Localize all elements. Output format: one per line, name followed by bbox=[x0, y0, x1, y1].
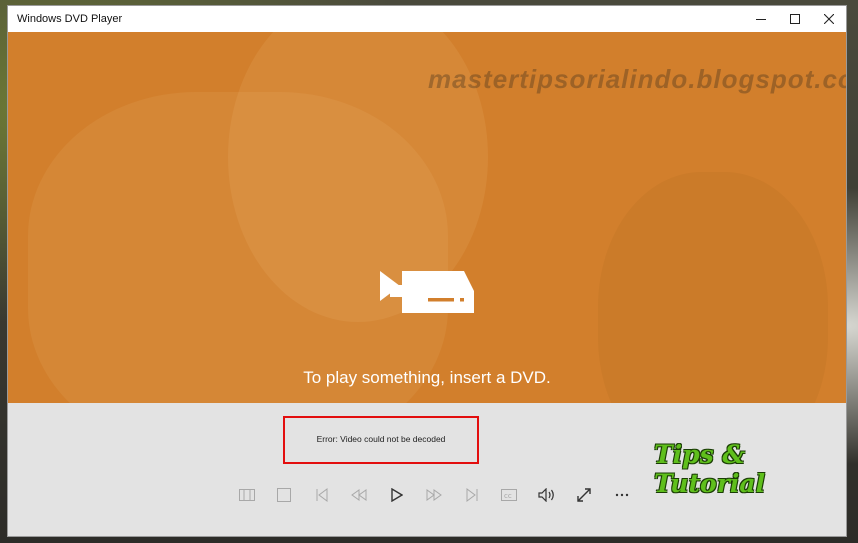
fast-forward-button[interactable] bbox=[416, 483, 454, 507]
title-bar: Windows DVD Player bbox=[8, 6, 846, 32]
play-button[interactable] bbox=[378, 483, 416, 507]
svg-text:cc: cc bbox=[504, 492, 512, 500]
rewind-button[interactable] bbox=[341, 483, 379, 507]
window-title: Windows DVD Player bbox=[17, 13, 123, 25]
chapters-button[interactable] bbox=[228, 483, 266, 507]
volume-icon bbox=[538, 488, 554, 502]
close-button[interactable] bbox=[812, 6, 846, 32]
fullscreen-icon bbox=[577, 488, 591, 502]
subtitles-icon: cc bbox=[501, 489, 518, 501]
close-icon bbox=[824, 14, 834, 24]
stop-icon bbox=[277, 488, 292, 502]
video-area[interactable]: mastertipsorialindo.blogspot.com To play… bbox=[8, 32, 846, 403]
minimize-button[interactable] bbox=[744, 6, 778, 32]
more-icon bbox=[615, 493, 628, 497]
error-message: Error: Video could not be decoded bbox=[316, 434, 446, 444]
chapters-icon bbox=[238, 489, 255, 501]
maximize-button[interactable] bbox=[778, 6, 812, 32]
next-button[interactable] bbox=[453, 483, 491, 507]
maximize-icon bbox=[790, 14, 800, 24]
more-button[interactable] bbox=[603, 483, 641, 507]
skip-next-icon bbox=[466, 488, 478, 502]
subtitles-button[interactable]: cc bbox=[491, 483, 529, 507]
previous-button[interactable] bbox=[303, 483, 341, 507]
dvd-drive-icon bbox=[380, 271, 474, 313]
fullscreen-button[interactable] bbox=[566, 483, 604, 507]
playback-controls: cc bbox=[228, 483, 641, 507]
stop-button[interactable] bbox=[266, 483, 304, 507]
volume-button[interactable] bbox=[528, 483, 566, 507]
insert-dvd-message: To play something, insert a DVD. bbox=[303, 368, 551, 387]
fast-forward-icon bbox=[426, 489, 443, 501]
site-logo: Tips & Tutorial bbox=[654, 440, 766, 498]
error-highlight-box: Error: Video could not be decoded bbox=[283, 416, 479, 464]
minimize-icon bbox=[756, 19, 766, 20]
watermark-text: mastertipsorialindo.blogspot.com bbox=[428, 64, 846, 94]
skip-previous-icon bbox=[316, 488, 328, 502]
play-icon bbox=[391, 488, 403, 502]
rewind-icon bbox=[351, 489, 367, 501]
